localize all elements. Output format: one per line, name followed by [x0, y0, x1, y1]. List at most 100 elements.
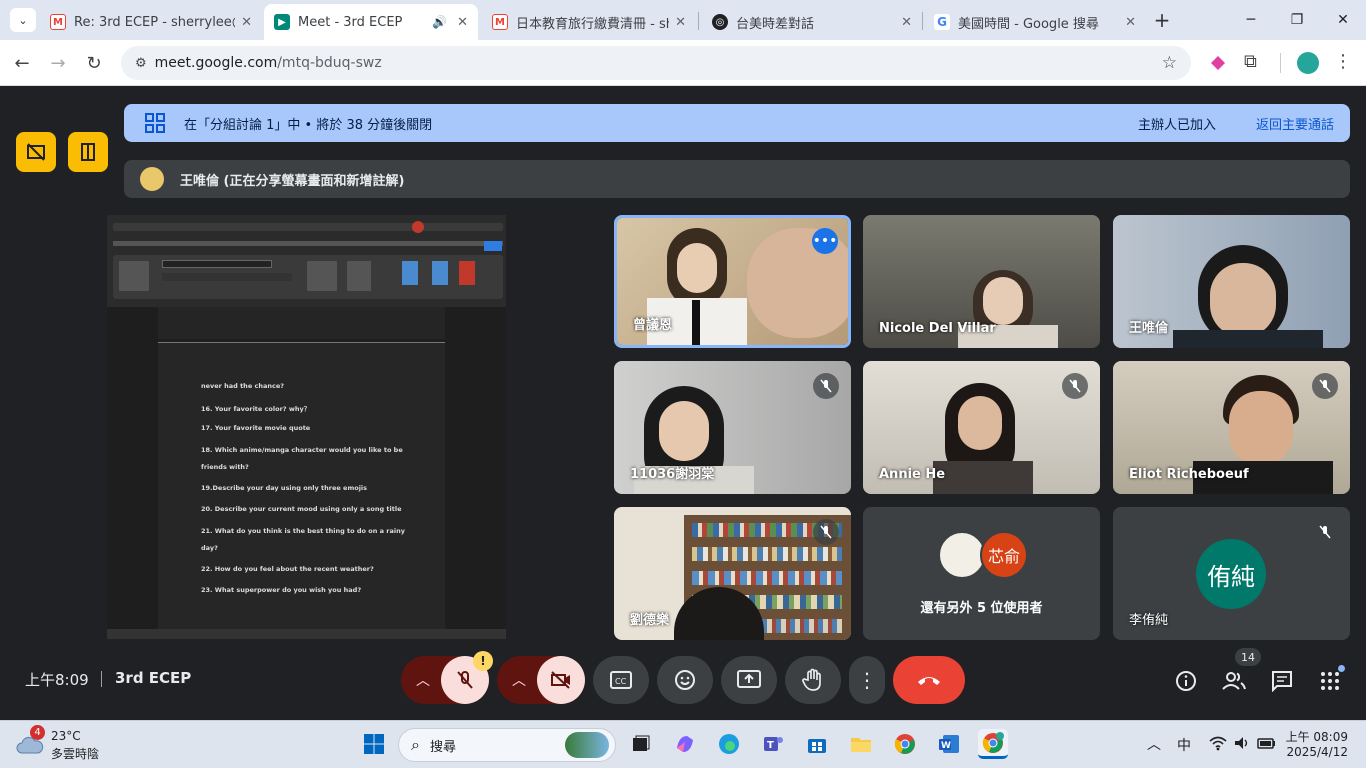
search-highlight-icon [565, 732, 609, 758]
svg-text:T: T [767, 740, 774, 751]
chat-button[interactable] [1266, 665, 1298, 697]
file-explorer-icon[interactable] [846, 729, 876, 759]
battery-icon[interactable] [1257, 735, 1277, 755]
speaker-icon[interactable]: 🔊 [432, 15, 447, 29]
breakout-status: 在「分組討論 1」中 • 將於 38 分鐘後關閉 [184, 117, 433, 133]
weather-desc: 多雲時陰 [51, 747, 100, 761]
camera-off-icon [551, 671, 570, 689]
participant-tile[interactable]: 王唯倫 [1113, 215, 1350, 348]
captions-button[interactable]: CC [593, 656, 649, 704]
doc-line: 18. Which anime/manga character would yo… [201, 446, 403, 454]
start-button[interactable] [359, 729, 389, 759]
people-count-badge: 14 [1235, 648, 1261, 666]
store-icon[interactable] [802, 729, 832, 759]
doc-line: day? [201, 544, 218, 552]
close-window-button[interactable]: ✕ [1320, 0, 1366, 40]
puzzle-extensions-icon[interactable]: ⧉ [1244, 51, 1257, 72]
tab-meet[interactable]: ▶ Meet - 3rd ECEP 🔊 ✕ [264, 4, 478, 40]
tab-chatgpt[interactable]: ◎ 台美時差對話 ✕ [702, 4, 922, 40]
mic-options-button[interactable]: ︿ [401, 656, 445, 704]
doc-line: 20. Describe your current mood using onl… [201, 505, 402, 513]
new-tab-button[interactable]: + [1150, 8, 1174, 32]
shared-screen[interactable]: never had the chance? 16. Your favorite … [107, 215, 506, 639]
volume-icon[interactable] [1233, 735, 1251, 755]
reactions-button[interactable] [657, 656, 713, 704]
breakout-room-button[interactable] [68, 132, 108, 172]
muted-icon [1312, 519, 1338, 545]
show-hidden-icons-chevron[interactable]: ︿ [1147, 734, 1161, 754]
wifi-icon[interactable] [1209, 735, 1227, 755]
camera-options-button[interactable]: ︿ [497, 656, 541, 704]
clock-time[interactable]: 上午 08:09 [1280, 728, 1348, 745]
breakout-banner: 在「分組討論 1」中 • 將於 38 分鐘後關閉 主辦人已加入 返回主要通話 [124, 104, 1350, 142]
forward-button[interactable]: → [44, 49, 72, 77]
grid-layout-icon [145, 113, 165, 133]
close-icon[interactable]: ✕ [457, 15, 468, 30]
doc-line: friends with? [201, 463, 249, 471]
minimize-button[interactable]: ─ [1228, 0, 1274, 40]
camera-toggle-button[interactable] [537, 656, 585, 704]
leave-call-button[interactable] [893, 656, 965, 704]
hang-up-icon [918, 677, 940, 685]
site-info-icon[interactable]: ⚙ [135, 56, 147, 71]
weather-badge: 4 [30, 725, 45, 740]
raise-hand-button[interactable] [785, 656, 841, 704]
chrome-profile-icon[interactable] [978, 729, 1008, 759]
close-icon[interactable]: ✕ [675, 15, 686, 30]
more-options-icon[interactable]: ••• [812, 228, 838, 254]
close-icon[interactable]: ✕ [1125, 15, 1136, 30]
tab-gmail-travel[interactable]: M 日本教育旅行繳費清冊 - she ✕ [482, 4, 696, 40]
chevron-down-icon: ⌄ [18, 13, 28, 27]
apps-grid-icon [1321, 672, 1339, 690]
participant-tile[interactable]: Eliot Richeboeuf [1113, 361, 1350, 494]
host-joined-label: 主辦人已加入 [1137, 117, 1216, 133]
ime-indicator[interactable]: 中 [1177, 735, 1191, 755]
tab-google-search[interactable]: G 美國時間 - Google 搜尋 ✕ [924, 4, 1146, 40]
task-view-icon[interactable] [626, 729, 656, 759]
close-icon[interactable]: ✕ [901, 15, 912, 30]
participant-tile[interactable]: 11036謝羽棠 [614, 361, 851, 494]
notification-dot [1338, 665, 1345, 672]
word-icon[interactable]: W [934, 729, 964, 759]
muted-icon [1312, 373, 1338, 399]
weather-widget[interactable]: 4 [16, 725, 45, 757]
search-input[interactable]: ⌕ 搜尋 [398, 728, 616, 762]
present-screen-button[interactable] [721, 656, 777, 704]
hand-icon [802, 668, 821, 691]
clock-date[interactable]: 2025/4/12 [1280, 745, 1348, 759]
restore-button[interactable]: ❐ [1274, 0, 1320, 40]
return-main-call-link[interactable]: 返回主要通話 [1256, 114, 1334, 133]
activities-button[interactable] [1314, 665, 1346, 697]
others-tile[interactable]: 芯俞 還有另外 5 位使用者 [863, 507, 1100, 640]
background-effects-button[interactable] [16, 132, 56, 172]
more-options-button[interactable]: ⋮ [849, 656, 885, 704]
bookmark-star-icon[interactable]: ☆ [1162, 53, 1177, 73]
meeting-details-button[interactable] [1170, 665, 1202, 697]
chrome-icon[interactable] [890, 729, 920, 759]
participant-tile[interactable]: 侑純 李侑純 [1113, 507, 1350, 640]
presenter-label: 王唯倫 (正在分享螢幕畫面和新增註解) [180, 173, 405, 189]
menu-kebab-icon[interactable]: ⋮ [1334, 51, 1352, 72]
tab-gmail-re-ecep[interactable]: M Re: 3rd ECEP - sherrylee@g ✕ [40, 4, 262, 40]
tab-search-button[interactable]: ⌄ [10, 8, 36, 32]
participant-tile[interactable]: Nicole Del Villar [863, 215, 1100, 348]
profile-avatar[interactable] [1297, 52, 1319, 74]
doc-line: never had the chance? [201, 382, 285, 390]
omnibox[interactable]: ⚙ meet.google.com/mtq-bduq-swz ☆ [121, 46, 1191, 80]
participant-tile[interactable]: ••• 曾議恩 [614, 215, 851, 348]
people-icon [1222, 672, 1246, 690]
copilot-icon[interactable] [670, 729, 700, 759]
participant-tile[interactable]: 劉德樂 [614, 507, 851, 640]
svg-text:W: W [941, 741, 951, 751]
participant-tile[interactable]: Annie He [863, 361, 1100, 494]
people-button[interactable] [1218, 665, 1250, 697]
meeting-name: 3rd ECEP [115, 669, 192, 687]
close-icon[interactable]: ✕ [241, 15, 252, 30]
muted-icon [813, 519, 839, 545]
back-button[interactable]: ← [8, 49, 36, 77]
extension-icon[interactable] [1208, 53, 1228, 73]
teams-icon[interactable]: T [758, 729, 788, 759]
edge-icon[interactable] [714, 729, 744, 759]
reload-icon: ↻ [86, 52, 102, 74]
reload-button[interactable]: ↻ [80, 49, 108, 77]
